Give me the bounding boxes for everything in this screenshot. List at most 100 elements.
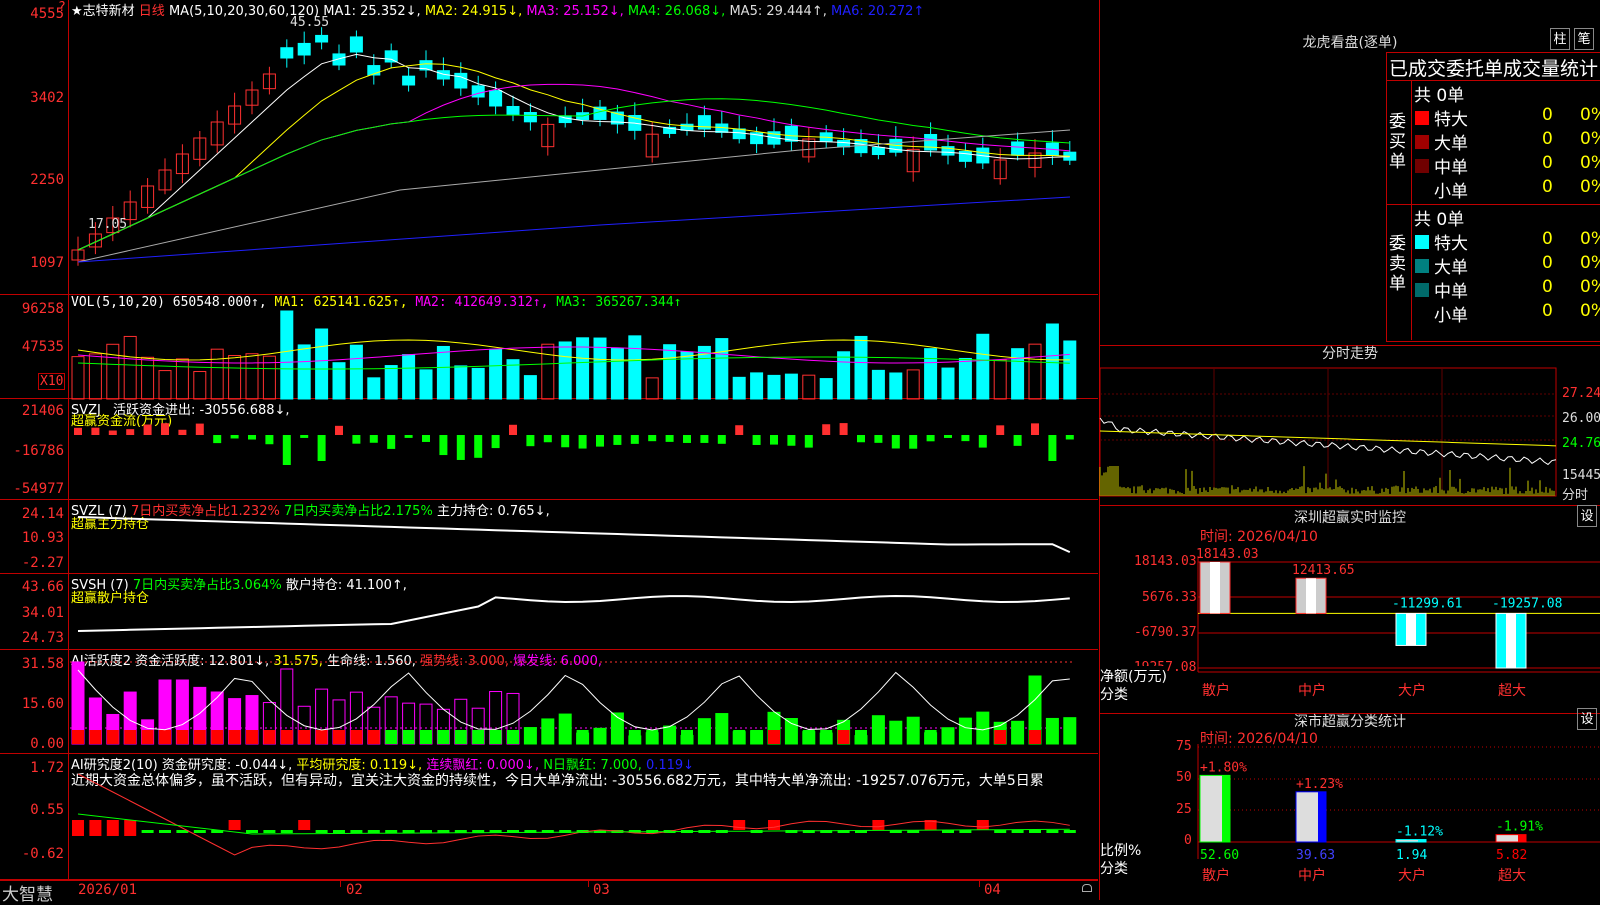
volume-bar (489, 348, 503, 400)
order-count: 0 (1542, 105, 1553, 125)
fund-flow-bar (300, 435, 309, 438)
fund-flow-bar (909, 435, 918, 449)
order-stat-row: 中单 0 0% (1412, 277, 1600, 302)
fund-flow-bar (665, 435, 674, 442)
order-size-label: 特大 (1434, 110, 1468, 130)
order-stat-row: 小单 0 0% (1412, 177, 1600, 202)
low-marker: 17.05 (88, 217, 127, 232)
fund-flow-bar (822, 424, 831, 435)
szc-ratio-label: 39.63 (1296, 848, 1335, 863)
volume-bar (88, 353, 102, 400)
fund-flow-bar (700, 435, 709, 443)
activity-base-bar (541, 730, 554, 744)
volume-bar (802, 374, 816, 400)
activity-base-bar (889, 730, 902, 744)
fund-flow-bar (213, 435, 222, 444)
lock-icon[interactable] (1082, 884, 1092, 892)
fund-flow-bar (996, 425, 1005, 435)
sz-category-label: 散户 (1202, 682, 1230, 699)
order-size-label: 小单 (1434, 306, 1468, 326)
volume-bar (993, 359, 1007, 400)
activity-base-bar (280, 730, 293, 744)
volume-bar (767, 374, 781, 400)
buy-side-text: 委买单 (1389, 112, 1406, 172)
research-bar (1046, 830, 1059, 833)
fund-flow-bar (804, 435, 813, 448)
volume-bar (558, 341, 572, 400)
svzj-pane[interactable]: 21406 -16786 -54977 SVZJ 活跃资金进出: -30556.… (0, 399, 1098, 500)
svzl-pane[interactable]: 24.14 10.93 -2.27 SVZL (7) 7日内买卖净占比1.232… (0, 500, 1098, 574)
volume-bar (454, 365, 468, 400)
order-size-label: 中单 (1434, 158, 1468, 178)
candle (454, 72, 468, 89)
intraday-panel[interactable]: 分时走势 27.24 26.00 24.76 15445 分时 (1099, 345, 1600, 505)
fund-flow-bar (578, 435, 587, 449)
candle (384, 50, 398, 63)
research-bar (1011, 830, 1024, 833)
ai-activity-pane[interactable]: 31.58 15.60 0.00 AI活跃度2 资金活跃度: 12.801↓, … (0, 650, 1098, 754)
szc-category-label: 中户 (1298, 867, 1326, 884)
szc-category-label: 超大 (1498, 868, 1526, 884)
sell-total: 共 0单 (1414, 210, 1465, 230)
research-bar (280, 830, 293, 833)
volume-bar (837, 351, 851, 400)
fund-flow-bar (439, 435, 448, 456)
fund-flow-bar (143, 424, 152, 435)
activity-base-bar (594, 730, 606, 744)
order-size-label: 特大 (1434, 234, 1468, 254)
order-percent: 0% (1580, 229, 1600, 249)
research-bar (976, 820, 989, 830)
ai-research-pane[interactable]: 1.72 0.55 -0.62 AI研究度2(10) 资金研究度: -0.044… (0, 754, 1098, 880)
x-label: 2026/01 (78, 882, 138, 898)
fund-flow-bar (387, 435, 396, 449)
activity-base-bar (942, 730, 954, 744)
fund-flow-bar (108, 430, 117, 435)
activity-base-bar (159, 730, 171, 744)
volume-bar (175, 358, 189, 400)
fund-flow-bar (735, 425, 744, 435)
research-bar (263, 830, 276, 833)
volume-bar (1028, 343, 1042, 400)
fund-flow-bar (683, 435, 691, 443)
volume-bar (245, 353, 259, 400)
svsh-pane[interactable]: 43.66 34.01 24.73 SVSH (7) 7日内买卖净占比3.064… (0, 574, 1098, 650)
activity-base-bar (454, 730, 467, 744)
sz-value-label: -19257.08 (1492, 596, 1562, 611)
activity-line (77, 669, 1070, 731)
fund-flow-bar (526, 435, 535, 447)
color-swatch (1415, 111, 1429, 125)
activity-base-bar (924, 730, 937, 744)
vol-ma-line (77, 346, 1070, 364)
sz-bar-highlight (1506, 613, 1516, 668)
order-count: 0 (1542, 153, 1553, 173)
sz-class-panel[interactable]: 深市超赢分类统计 设 时间: 2026/04/10 75 50 25 0 比例%… (1099, 708, 1600, 900)
activity-base-bar (1029, 730, 1041, 744)
fund-flow-bar (509, 424, 517, 435)
fund-flow-bar (404, 435, 413, 438)
sz-monitor-panel[interactable]: 深圳超赢实时监控 设 时间: 2026/04/10 18143.03 5676.… (1099, 505, 1600, 713)
research-bar (106, 820, 119, 836)
research-bar (402, 830, 415, 833)
vol-pane[interactable]: 96258 47535 X10 VOL(5,10,20) 650548.000↑… (0, 295, 1098, 400)
volume-bar (715, 338, 729, 400)
sz-bar-highlight (1306, 578, 1316, 614)
ma-line (77, 63, 1070, 251)
kline-pane[interactable]: 4555 3402 2250 1097 ? ★志特新材 日线 MA(5,10,2… (0, 0, 1098, 295)
bar-mode-button[interactable]: 柱 (1550, 28, 1570, 50)
volume-bar (924, 348, 938, 400)
tick-mode-button[interactable]: 笔 (1574, 28, 1594, 50)
candle (523, 112, 537, 123)
fund-flow-bar (126, 429, 135, 435)
order-percent: 0% (1580, 253, 1600, 273)
volume-bar (541, 343, 555, 400)
fund-flow-bar (857, 435, 865, 443)
buy-side-label: 委买单 (1387, 80, 1412, 204)
fund-flow-bar (978, 435, 987, 448)
activity-base-bar (576, 730, 589, 744)
fund-flow-bar (74, 427, 82, 435)
volume-bar (732, 376, 746, 400)
order-percent: 0% (1580, 277, 1600, 297)
ma-line (77, 83, 1070, 251)
volume-bar (158, 370, 172, 400)
fund-flow-bar (613, 435, 622, 445)
